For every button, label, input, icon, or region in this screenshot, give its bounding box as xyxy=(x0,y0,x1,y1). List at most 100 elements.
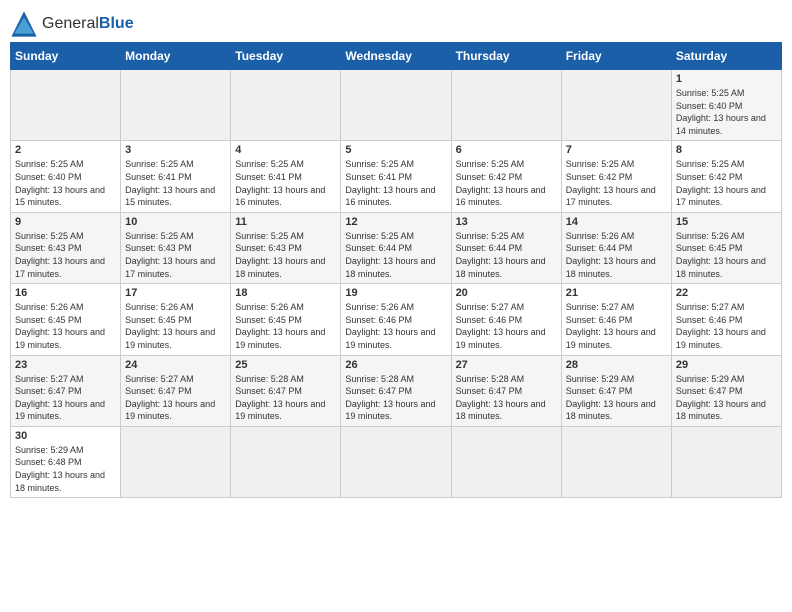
day-number: 20 xyxy=(456,287,557,299)
calendar-day-cell: 13 Sunrise: 5:25 AM Sunset: 6:44 PM Dayli… xyxy=(451,212,561,283)
calendar-day-cell: 24Sunrise: 5:27 AM Sunset: 6:47 PM Dayli… xyxy=(121,355,231,426)
day-header-friday: Friday xyxy=(561,43,671,70)
calendar-header-row: SundayMondayTuesdayWednesdayThursdayFrid… xyxy=(11,43,782,70)
calendar-week-row: 9 Sunrise: 5:25 AM Sunset: 6:43 PM Daylig… xyxy=(11,212,782,283)
day-header-saturday: Saturday xyxy=(671,43,781,70)
calendar-day-cell: 18 Sunrise: 5:26 AM Sunset: 6:45 PM Dayli… xyxy=(231,284,341,355)
day-number: 9 xyxy=(15,216,116,228)
calendar-week-row: 16 Sunrise: 5:26 AM Sunset: 6:45 PM Dayli… xyxy=(11,284,782,355)
day-number: 2 xyxy=(15,144,116,156)
day-info: Sunrise: 5:25 AM Sunset: 6:44 PM Dayligh… xyxy=(456,230,557,280)
calendar-day-cell xyxy=(451,70,561,141)
day-header-monday: Monday xyxy=(121,43,231,70)
calendar-day-cell xyxy=(561,426,671,497)
day-info: Sunrise: 5:29 AM Sunset: 6:47 PM Dayligh… xyxy=(566,373,667,423)
day-info: Sunrise: 5:26 AM Sunset: 6:45 PM Dayligh… xyxy=(125,301,226,351)
day-number: 17 xyxy=(125,287,226,299)
calendar-day-cell: 23 Sunrise: 5:27 AM Sunset: 6:47 PM Dayli… xyxy=(11,355,121,426)
day-number: 6 xyxy=(456,144,557,156)
calendar-week-row: 23 Sunrise: 5:27 AM Sunset: 6:47 PM Dayli… xyxy=(11,355,782,426)
calendar-week-row: 30 Sunrise: 5:29 AM Sunset: 6:48 PM Dayli… xyxy=(11,426,782,497)
calendar-day-cell: 9 Sunrise: 5:25 AM Sunset: 6:43 PM Daylig… xyxy=(11,212,121,283)
day-info: Sunrise: 5:26 AM Sunset: 6:45 PM Dayligh… xyxy=(15,301,116,351)
day-header-sunday: Sunday xyxy=(11,43,121,70)
day-info: Sunrise: 5:27 AM Sunset: 6:46 PM Dayligh… xyxy=(456,301,557,351)
calendar-day-cell: 8Sunrise: 5:25 AM Sunset: 6:42 PM Daylig… xyxy=(671,141,781,212)
day-number: 16 xyxy=(15,287,116,299)
calendar-day-cell: 21Sunrise: 5:27 AM Sunset: 6:46 PM Dayli… xyxy=(561,284,671,355)
day-info: Sunrise: 5:25 AM Sunset: 6:40 PM Dayligh… xyxy=(676,87,777,137)
day-info: Sunrise: 5:26 AM Sunset: 6:45 PM Dayligh… xyxy=(235,301,336,351)
day-header-wednesday: Wednesday xyxy=(341,43,451,70)
day-info: Sunrise: 5:25 AM Sunset: 6:44 PM Dayligh… xyxy=(345,230,446,280)
day-info: Sunrise: 5:25 AM Sunset: 6:41 PM Dayligh… xyxy=(345,158,446,208)
day-info: Sunrise: 5:25 AM Sunset: 6:41 PM Dayligh… xyxy=(235,158,336,208)
day-number: 5 xyxy=(345,144,446,156)
day-info: Sunrise: 5:25 AM Sunset: 6:42 PM Dayligh… xyxy=(566,158,667,208)
day-number: 4 xyxy=(235,144,336,156)
day-info: Sunrise: 5:29 AM Sunset: 6:47 PM Dayligh… xyxy=(676,373,777,423)
day-number: 19 xyxy=(345,287,446,299)
day-info: Sunrise: 5:25 AM Sunset: 6:41 PM Dayligh… xyxy=(125,158,226,208)
calendar-day-cell xyxy=(561,70,671,141)
day-info: Sunrise: 5:27 AM Sunset: 6:47 PM Dayligh… xyxy=(15,373,116,423)
calendar-day-cell: 29 Sunrise: 5:29 AM Sunset: 6:47 PM Dayli… xyxy=(671,355,781,426)
calendar-day-cell xyxy=(671,426,781,497)
calendar-day-cell: 2Sunrise: 5:25 AM Sunset: 6:40 PM Daylig… xyxy=(11,141,121,212)
day-header-thursday: Thursday xyxy=(451,43,561,70)
day-header-tuesday: Tuesday xyxy=(231,43,341,70)
calendar-day-cell: 7 Sunrise: 5:25 AM Sunset: 6:42 PM Daylig… xyxy=(561,141,671,212)
day-info: Sunrise: 5:29 AM Sunset: 6:48 PM Dayligh… xyxy=(15,444,116,494)
day-info: Sunrise: 5:26 AM Sunset: 6:45 PM Dayligh… xyxy=(676,230,777,280)
day-number: 11 xyxy=(235,216,336,228)
day-number: 18 xyxy=(235,287,336,299)
calendar-day-cell: 10Sunrise: 5:25 AM Sunset: 6:43 PM Dayli… xyxy=(121,212,231,283)
day-number: 7 xyxy=(566,144,667,156)
day-number: 28 xyxy=(566,359,667,371)
calendar-day-cell: 19 Sunrise: 5:26 AM Sunset: 6:46 PM Dayli… xyxy=(341,284,451,355)
calendar-day-cell xyxy=(341,70,451,141)
day-number: 23 xyxy=(15,359,116,371)
day-number: 1 xyxy=(676,73,777,85)
day-number: 30 xyxy=(15,430,116,442)
calendar-day-cell xyxy=(341,426,451,497)
page-header: GeneralBlue xyxy=(10,10,782,38)
day-number: 29 xyxy=(676,359,777,371)
calendar-day-cell xyxy=(11,70,121,141)
day-info: Sunrise: 5:25 AM Sunset: 6:43 PM Dayligh… xyxy=(15,230,116,280)
day-number: 12 xyxy=(345,216,446,228)
day-info: Sunrise: 5:27 AM Sunset: 6:46 PM Dayligh… xyxy=(566,301,667,351)
calendar-day-cell: 27Sunrise: 5:28 AM Sunset: 6:47 PM Dayli… xyxy=(451,355,561,426)
calendar-day-cell xyxy=(121,426,231,497)
calendar-day-cell: 26Sunrise: 5:28 AM Sunset: 6:47 PM Dayli… xyxy=(341,355,451,426)
calendar-day-cell xyxy=(231,426,341,497)
calendar-day-cell: 15 Sunrise: 5:26 AM Sunset: 6:45 PM Dayli… xyxy=(671,212,781,283)
day-info: Sunrise: 5:28 AM Sunset: 6:47 PM Dayligh… xyxy=(456,373,557,423)
calendar-day-cell: 28 Sunrise: 5:29 AM Sunset: 6:47 PM Dayli… xyxy=(561,355,671,426)
calendar-day-cell: 4 Sunrise: 5:25 AM Sunset: 6:41 PM Daylig… xyxy=(231,141,341,212)
calendar-day-cell: 17 Sunrise: 5:26 AM Sunset: 6:45 PM Dayli… xyxy=(121,284,231,355)
calendar-day-cell xyxy=(121,70,231,141)
calendar-day-cell: 5 Sunrise: 5:25 AM Sunset: 6:41 PM Daylig… xyxy=(341,141,451,212)
day-info: Sunrise: 5:25 AM Sunset: 6:42 PM Dayligh… xyxy=(676,158,777,208)
calendar-day-cell: 22 Sunrise: 5:27 AM Sunset: 6:46 PM Dayli… xyxy=(671,284,781,355)
calendar-day-cell xyxy=(451,426,561,497)
day-info: Sunrise: 5:27 AM Sunset: 6:47 PM Dayligh… xyxy=(125,373,226,423)
day-number: 25 xyxy=(235,359,336,371)
calendar-day-cell: 25Sunrise: 5:28 AM Sunset: 6:47 PM Dayli… xyxy=(231,355,341,426)
day-info: Sunrise: 5:27 AM Sunset: 6:46 PM Dayligh… xyxy=(676,301,777,351)
logo-text: GeneralBlue xyxy=(42,15,134,33)
day-info: Sunrise: 5:26 AM Sunset: 6:46 PM Dayligh… xyxy=(345,301,446,351)
calendar-week-row: 2Sunrise: 5:25 AM Sunset: 6:40 PM Daylig… xyxy=(11,141,782,212)
day-number: 13 xyxy=(456,216,557,228)
calendar-day-cell: 6 Sunrise: 5:25 AM Sunset: 6:42 PM Daylig… xyxy=(451,141,561,212)
day-number: 15 xyxy=(676,216,777,228)
day-info: Sunrise: 5:26 AM Sunset: 6:44 PM Dayligh… xyxy=(566,230,667,280)
day-number: 22 xyxy=(676,287,777,299)
calendar-week-row: 1 Sunrise: 5:25 AM Sunset: 6:40 PM Daylig… xyxy=(11,70,782,141)
calendar-day-cell: 11 Sunrise: 5:25 AM Sunset: 6:43 PM Dayli… xyxy=(231,212,341,283)
day-info: Sunrise: 5:25 AM Sunset: 6:43 PM Dayligh… xyxy=(235,230,336,280)
generalblue-logo-icon xyxy=(10,10,38,38)
day-info: Sunrise: 5:25 AM Sunset: 6:42 PM Dayligh… xyxy=(456,158,557,208)
day-number: 10 xyxy=(125,216,226,228)
